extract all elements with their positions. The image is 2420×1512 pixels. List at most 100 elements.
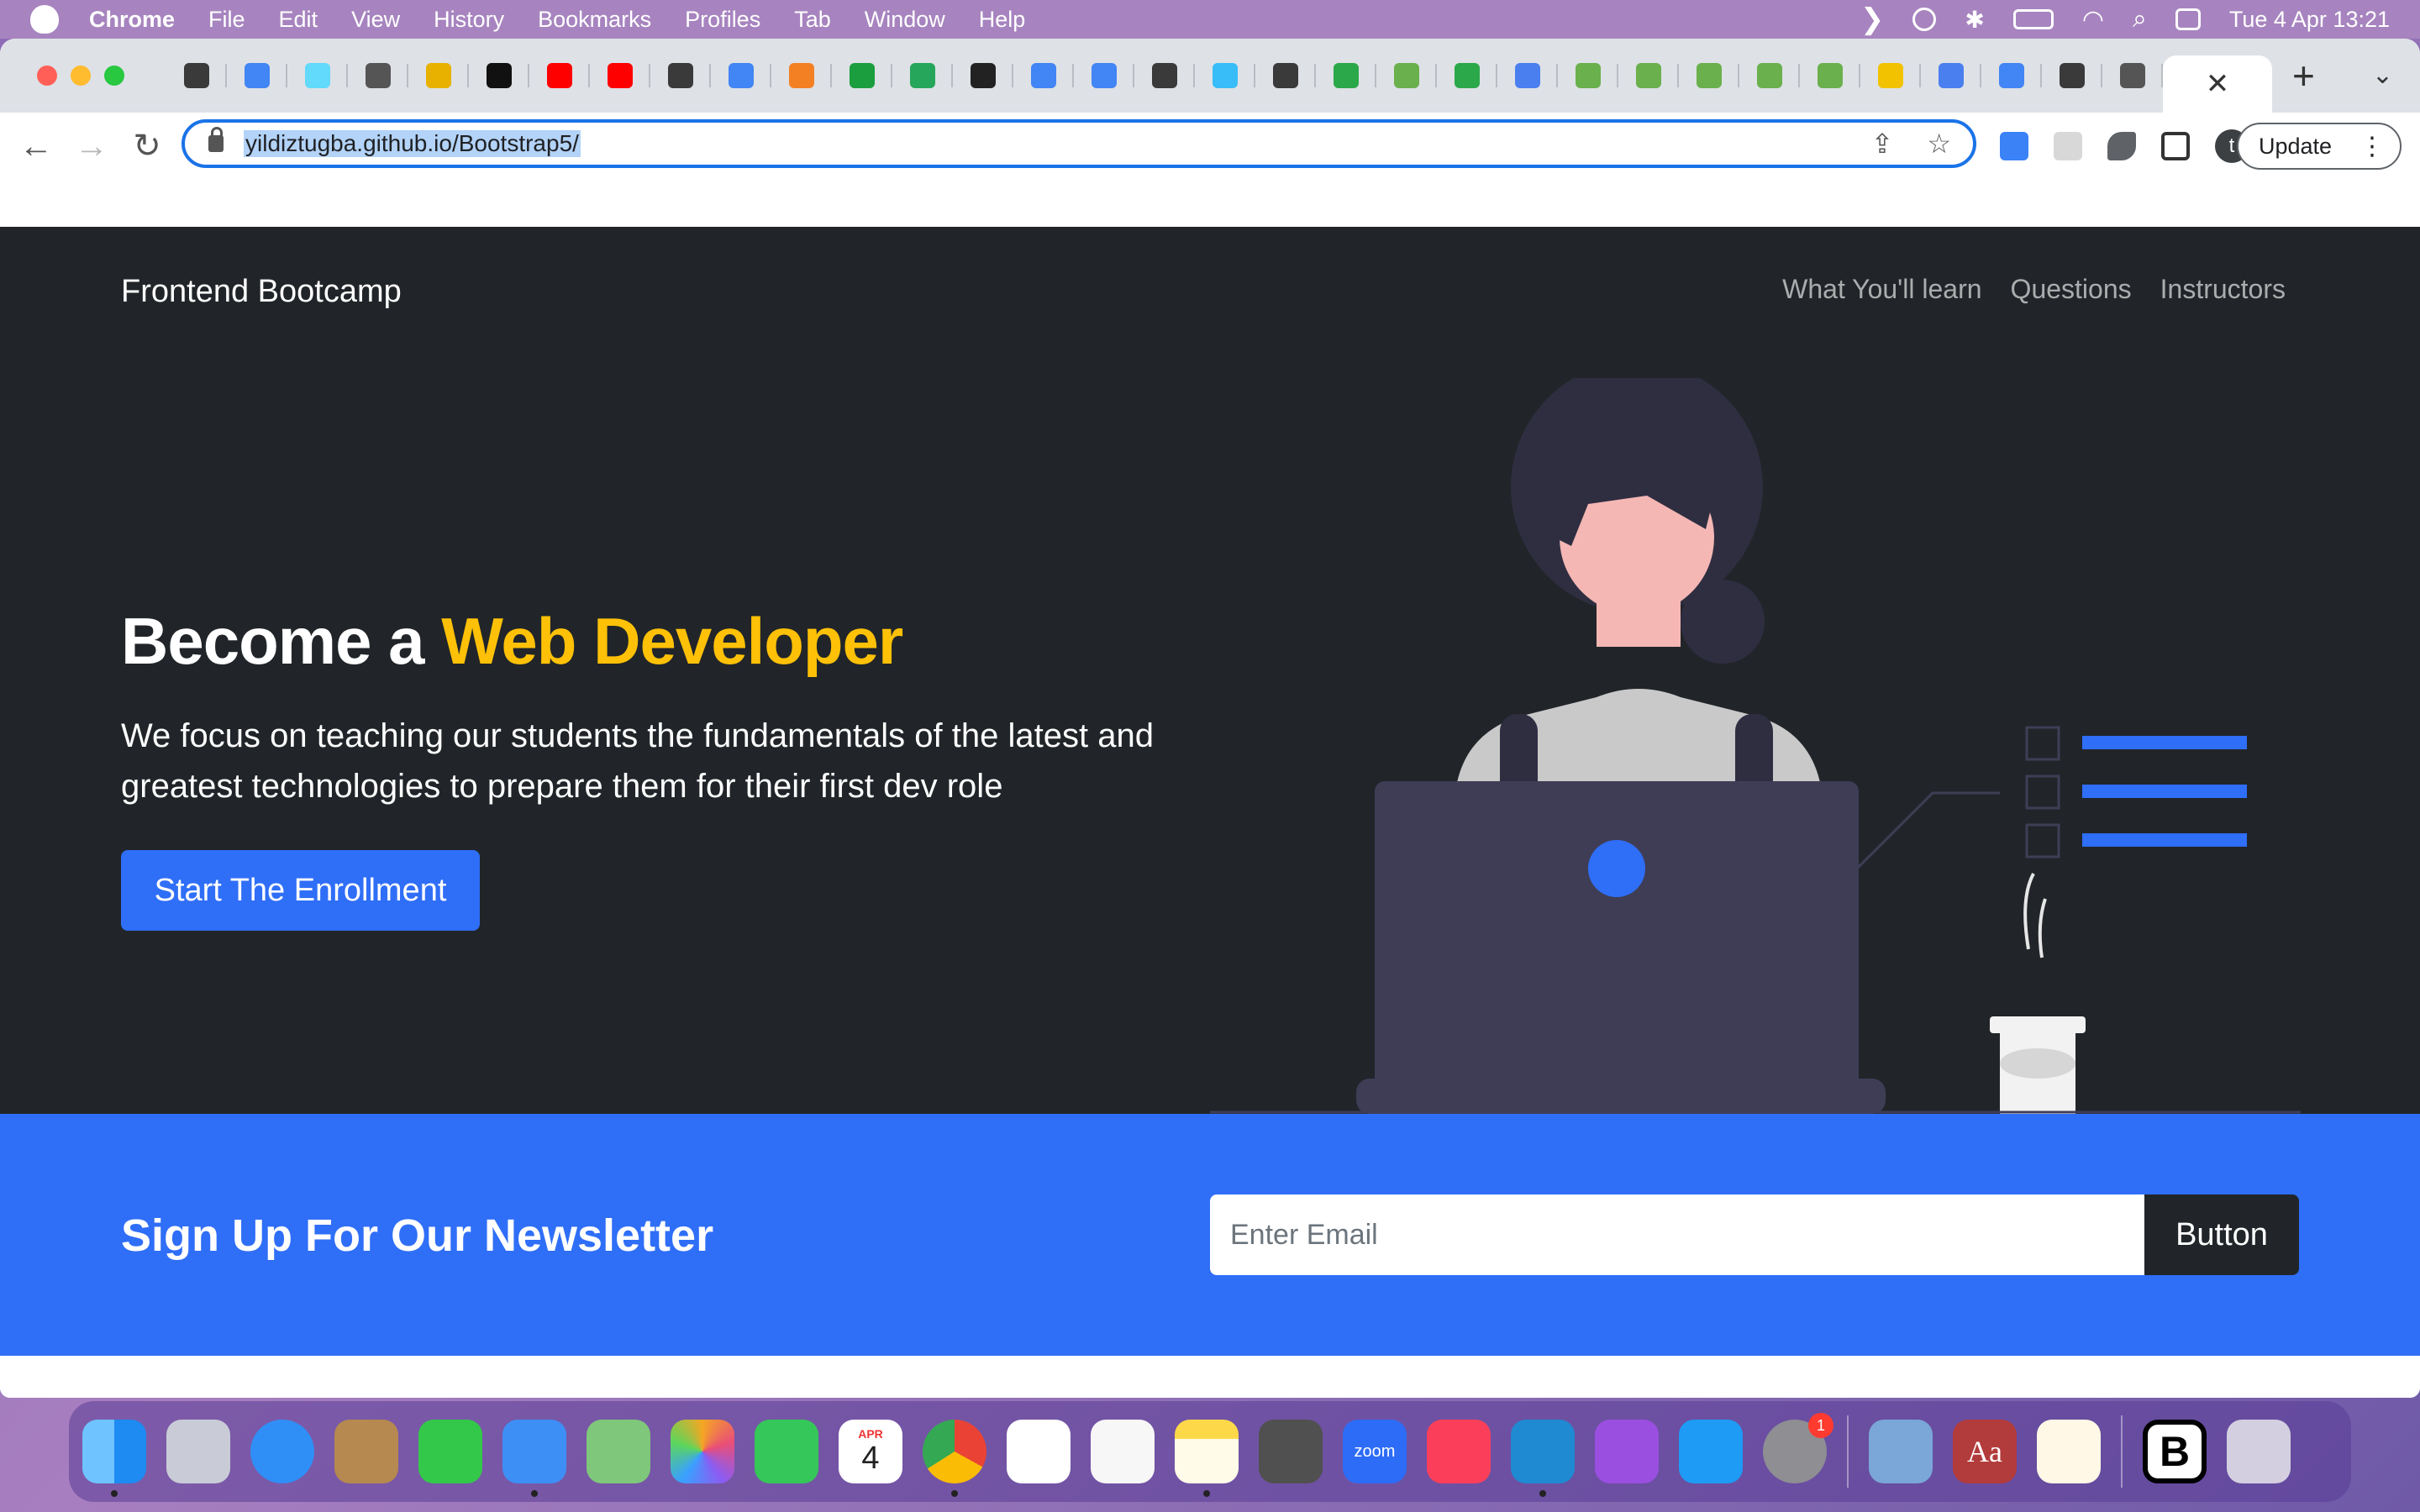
dictionary-icon[interactable]: Aa xyxy=(1953,1420,2017,1483)
extensions-puzzle-icon[interactable] xyxy=(2107,132,2136,160)
nav-link-instructors[interactable]: Instructors xyxy=(2160,274,2286,305)
side-panel-icon[interactable] xyxy=(2161,132,2190,160)
music-icon[interactable] xyxy=(1427,1420,1491,1483)
zoom-icon[interactable]: zoom xyxy=(1343,1420,1407,1483)
browser-tab[interactable] xyxy=(1921,39,1981,113)
browser-tab[interactable] xyxy=(2042,39,2102,113)
spotlight-search-icon[interactable]: ⌕ xyxy=(2133,5,2147,34)
start-enrollment-button[interactable]: Start The Enrollment xyxy=(121,850,480,931)
chevron-right-icon[interactable]: ❯ xyxy=(1860,3,1885,36)
browser-tab[interactable] xyxy=(1618,39,1679,113)
launchpad-icon[interactable] xyxy=(166,1420,230,1483)
browser-tab[interactable] xyxy=(1860,39,1921,113)
messages-icon[interactable] xyxy=(418,1420,482,1483)
textedit-icon[interactable] xyxy=(2037,1420,2101,1483)
browser-tab[interactable] xyxy=(287,39,348,113)
menu-file[interactable]: File xyxy=(208,7,245,33)
browser-tab[interactable] xyxy=(1074,39,1134,113)
browser-tab[interactable] xyxy=(1316,39,1376,113)
share-icon[interactable]: ⇪ xyxy=(1871,128,1894,160)
browser-tab[interactable] xyxy=(166,39,227,113)
contacts-icon[interactable] xyxy=(334,1420,398,1483)
browser-tab[interactable] xyxy=(1013,39,1074,113)
browser-tab[interactable] xyxy=(590,39,650,113)
trash-icon[interactable] xyxy=(2227,1420,2291,1483)
battery-icon[interactable] xyxy=(2012,9,2054,29)
browser-tab[interactable] xyxy=(953,39,1013,113)
facetime-icon[interactable] xyxy=(755,1420,818,1483)
browser-tab[interactable] xyxy=(2102,39,2163,113)
menu-profiles[interactable]: Profiles xyxy=(685,7,760,33)
reload-button[interactable]: ↻ xyxy=(119,127,175,165)
browser-tab[interactable] xyxy=(1558,39,1618,113)
forward-button[interactable]: → xyxy=(64,128,119,165)
browser-tab[interactable] xyxy=(711,39,771,113)
podcasts-icon[interactable] xyxy=(1595,1420,1659,1483)
menu-view[interactable]: View xyxy=(351,7,400,33)
notes-icon[interactable] xyxy=(1175,1420,1239,1497)
menu-tab[interactable]: Tab xyxy=(794,7,831,33)
slack-icon[interactable] xyxy=(1007,1420,1071,1483)
back-button[interactable]: ← xyxy=(8,128,64,165)
browser-tab[interactable] xyxy=(469,39,529,113)
reminders-icon[interactable] xyxy=(1091,1420,1155,1483)
menu-app-chrome[interactable]: Chrome xyxy=(89,7,175,33)
new-tab-button[interactable]: + xyxy=(2292,53,2315,98)
minimize-window-button[interactable] xyxy=(71,66,91,86)
app-store-icon[interactable] xyxy=(1679,1420,1743,1483)
extension-fi-icon[interactable] xyxy=(2000,132,2028,160)
apple-icon[interactable] xyxy=(30,5,59,34)
browser-tab[interactable] xyxy=(1376,39,1437,113)
bluetooth-icon[interactable]: ✱ xyxy=(1965,6,1984,34)
browser-tab[interactable] xyxy=(1195,39,1255,113)
play-icon[interactable] xyxy=(1912,8,1937,31)
active-browser-tab[interactable]: ✕ xyxy=(2163,55,2272,113)
browser-tab[interactable] xyxy=(1497,39,1558,113)
zoom-window-button[interactable] xyxy=(104,66,124,86)
menu-bookmarks[interactable]: Bookmarks xyxy=(538,7,651,33)
bookmark-star-icon[interactable]: ☆ xyxy=(1927,128,1951,160)
finder-icon[interactable] xyxy=(82,1420,146,1497)
browser-tab[interactable] xyxy=(1255,39,1316,113)
close-tab-icon[interactable]: ✕ xyxy=(2206,67,2230,101)
menu-help[interactable]: Help xyxy=(979,7,1026,33)
control-center-icon[interactable] xyxy=(2175,8,2201,30)
address-bar[interactable]: yildiztugba.github.io/Bootstrap5/ ⇪ ☆ xyxy=(182,119,1976,168)
browser-tab[interactable] xyxy=(892,39,953,113)
browser-tab[interactable] xyxy=(1981,39,2042,113)
lock-icon[interactable] xyxy=(208,127,224,152)
bootstrap-window-icon[interactable]: B xyxy=(2143,1420,2207,1483)
browser-tab[interactable] xyxy=(1800,39,1860,113)
browser-tab[interactable] xyxy=(1739,39,1800,113)
menubar-clock[interactable]: Tue 4 Apr 13:21 xyxy=(2229,7,2390,33)
nav-link-questions[interactable]: Questions xyxy=(2011,274,2132,305)
nav-link-learn[interactable]: What You'll learn xyxy=(1782,274,1981,305)
chrome-icon[interactable] xyxy=(923,1420,986,1497)
browser-tab[interactable] xyxy=(227,39,287,113)
browser-tab[interactable] xyxy=(650,39,711,113)
vscode-icon[interactable] xyxy=(1511,1420,1575,1497)
browser-tab[interactable] xyxy=(1134,39,1195,113)
url-text[interactable]: yildiztugba.github.io/Bootstrap5/ xyxy=(244,130,581,157)
browser-tab[interactable] xyxy=(348,39,408,113)
calendar-icon[interactable]: APR 4 xyxy=(839,1420,902,1483)
tab-search-chevron-icon[interactable]: ⌄ xyxy=(2372,60,2393,90)
newsletter-email-input[interactable] xyxy=(1210,1194,2144,1275)
wifi-icon[interactable]: ◠ xyxy=(2082,5,2104,34)
browser-tab[interactable] xyxy=(832,39,892,113)
close-window-button[interactable] xyxy=(37,66,57,86)
menu-history[interactable]: History xyxy=(434,7,504,33)
safari-icon[interactable] xyxy=(250,1420,314,1483)
preview-icon[interactable] xyxy=(1869,1420,1933,1483)
calculator-icon[interactable] xyxy=(1259,1420,1323,1483)
extension-grid-icon[interactable] xyxy=(2054,132,2082,160)
browser-tab[interactable] xyxy=(1679,39,1739,113)
update-button[interactable]: Update ⋮ xyxy=(2237,123,2402,170)
newsletter-submit-button[interactable]: Button xyxy=(2144,1194,2299,1275)
browser-tab[interactable] xyxy=(529,39,590,113)
navbar-brand[interactable]: Frontend Bootcamp xyxy=(121,274,402,310)
system-preferences-icon[interactable]: 1 xyxy=(1763,1413,1833,1483)
menu-edit[interactable]: Edit xyxy=(279,7,318,33)
browser-tab[interactable] xyxy=(771,39,832,113)
mail-icon[interactable] xyxy=(502,1420,566,1497)
